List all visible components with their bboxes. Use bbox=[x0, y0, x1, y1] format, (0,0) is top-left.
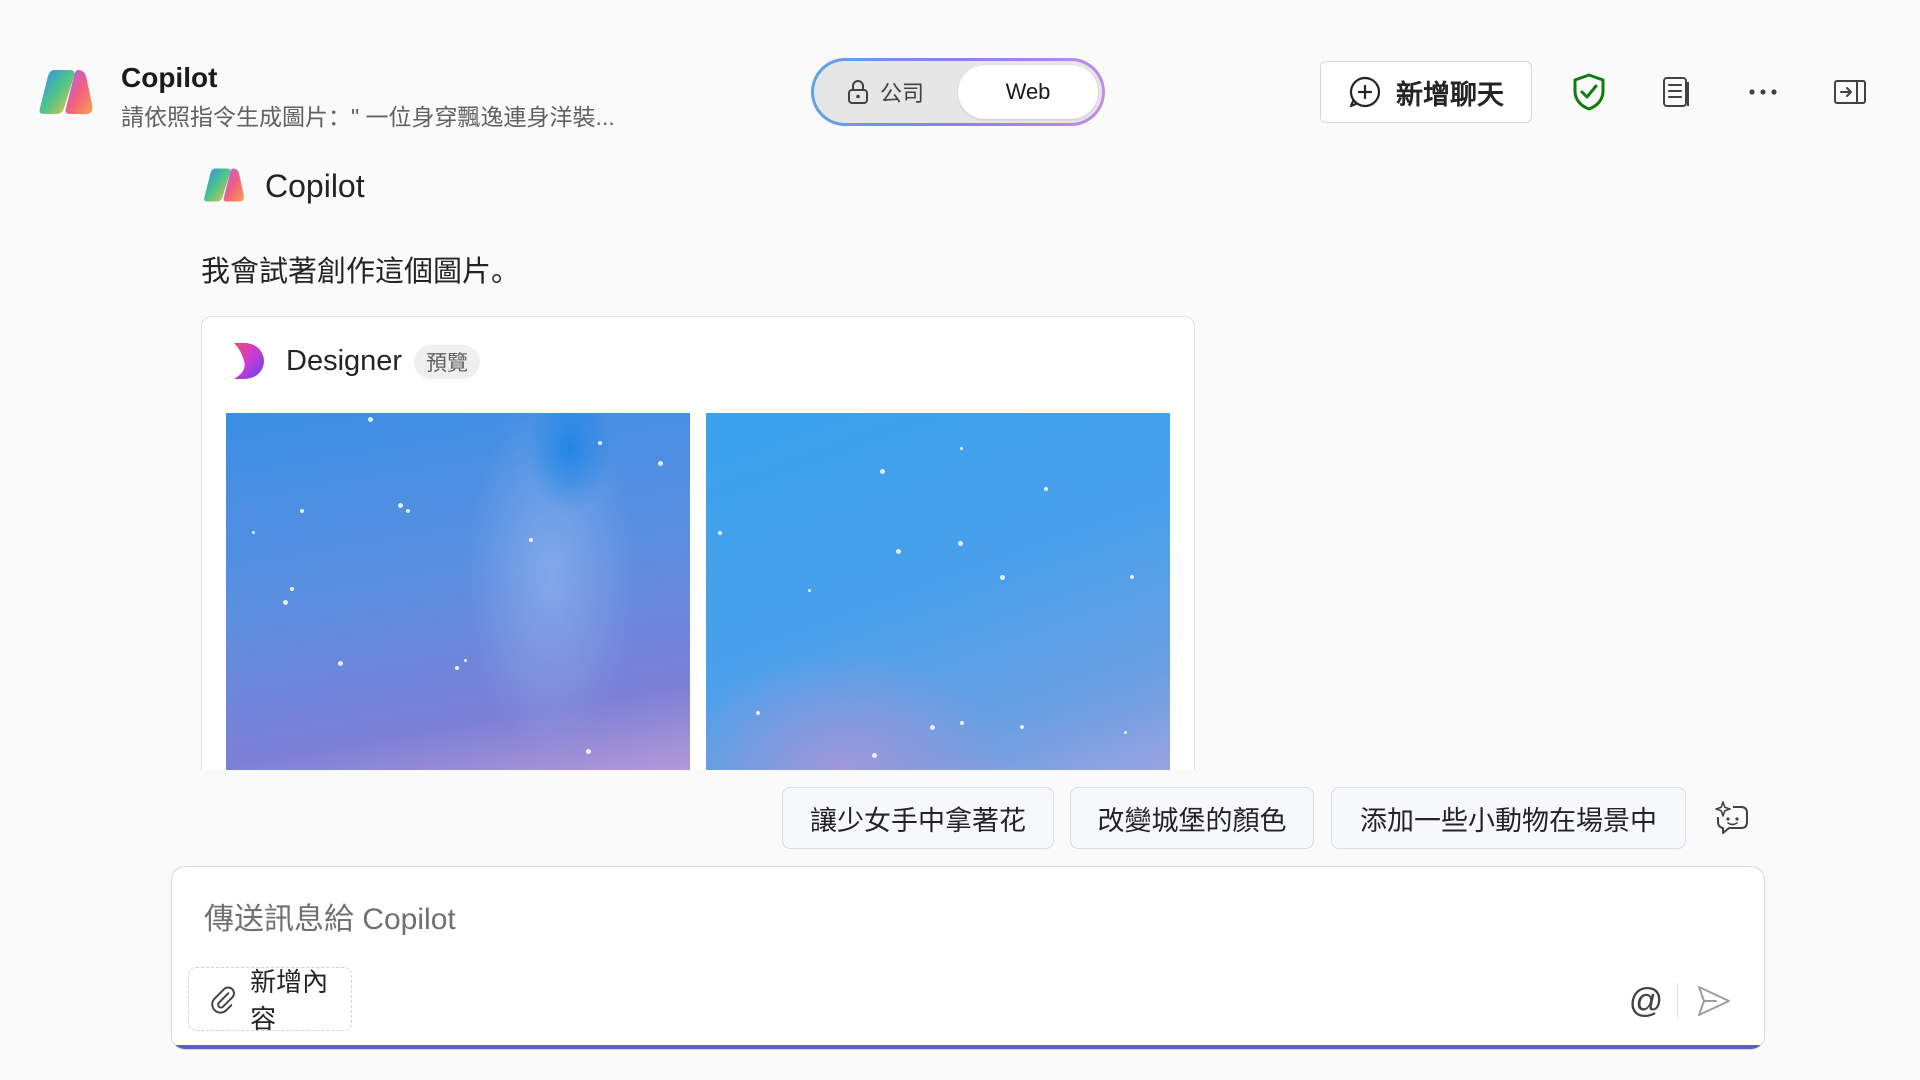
mode-toggle[interactable]: 公司 Web bbox=[811, 58, 1105, 126]
suggestion-chip[interactable]: 添加一些小動物在場景中 bbox=[1331, 787, 1686, 849]
copilot-logo-icon bbox=[39, 70, 93, 114]
send-button[interactable] bbox=[1692, 979, 1736, 1023]
send-icon bbox=[1698, 986, 1730, 1016]
work-mode-option[interactable]: 公司 bbox=[846, 61, 924, 123]
mention-button[interactable]: @ bbox=[1624, 979, 1668, 1023]
app-title: Copilot bbox=[121, 62, 218, 93]
designer-name: Designer bbox=[286, 345, 403, 377]
more-options-button[interactable] bbox=[1741, 70, 1785, 114]
add-content-button[interactable]: 新增內容 bbox=[188, 967, 352, 1034]
conversation-subtitle: 請依照指令生成圖片：" 一位身穿飄逸連身洋裝... bbox=[121, 104, 615, 130]
lock-icon bbox=[848, 80, 868, 104]
sparkle-chat-icon bbox=[1715, 801, 1748, 834]
message-text: 我會試著創作這個圖片。 bbox=[201, 256, 521, 288]
side-panel-icon bbox=[1834, 80, 1866, 104]
generated-image-2[interactable] bbox=[706, 413, 1170, 770]
notes-button[interactable] bbox=[1654, 70, 1698, 114]
new-chat-label: 新增聊天 bbox=[1396, 79, 1504, 110]
generated-image-1[interactable] bbox=[226, 413, 690, 770]
notes-icon bbox=[1663, 77, 1689, 107]
protection-shield-button[interactable] bbox=[1567, 70, 1611, 114]
new-chat-button[interactable]: 新增聊天 bbox=[1320, 61, 1532, 123]
more-icon bbox=[1749, 89, 1777, 95]
designer-logo-icon bbox=[234, 343, 264, 379]
shield-check-icon bbox=[1573, 73, 1605, 111]
side-panel-button[interactable] bbox=[1828, 70, 1872, 114]
suggestion-chip[interactable]: 讓少女手中拿著花 bbox=[782, 787, 1054, 849]
message-author: Copilot bbox=[265, 168, 365, 204]
suggestion-chip[interactable]: 改變城堡的顏色 bbox=[1070, 787, 1314, 849]
designer-card: Designer 預覽 bbox=[201, 316, 1195, 770]
paperclip-icon bbox=[211, 986, 235, 1014]
chat-add-icon bbox=[1349, 76, 1381, 108]
add-content-label: 新增內容 bbox=[250, 967, 329, 1034]
message-composer: 新增內容 @ bbox=[171, 866, 1765, 1050]
composer-divider bbox=[1677, 983, 1678, 1019]
work-mode-label: 公司 bbox=[880, 81, 925, 106]
web-mode-option[interactable]: Web bbox=[958, 65, 1098, 119]
message-input[interactable] bbox=[202, 897, 1606, 943]
preview-badge: 預覽 bbox=[414, 345, 480, 379]
copilot-avatar-icon bbox=[204, 168, 244, 202]
more-suggestions-button[interactable] bbox=[1710, 797, 1754, 841]
